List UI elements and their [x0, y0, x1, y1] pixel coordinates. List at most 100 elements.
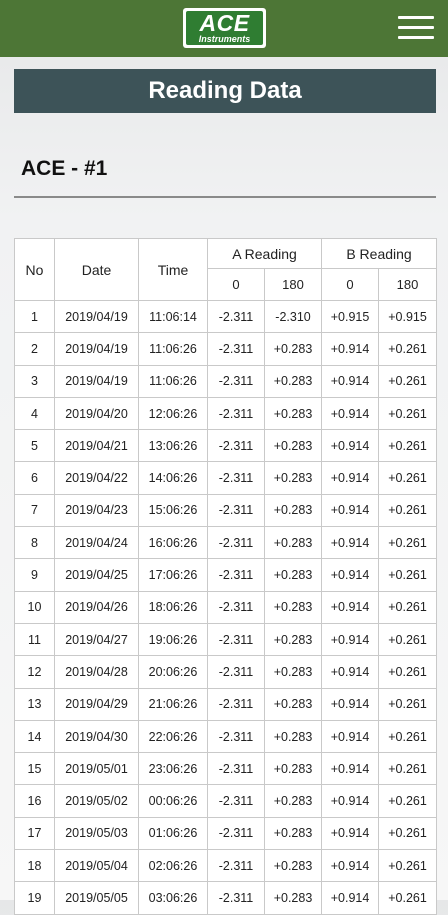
cell-no: 1 — [14, 299, 55, 334]
ace-logo[interactable]: ACE Instruments — [183, 8, 266, 48]
cell-a-180: +0.283 — [263, 429, 323, 463]
cell-a-0: -2.311 — [207, 493, 265, 528]
cell-a-0: -2.311 — [207, 719, 265, 754]
cell-a-0: -2.311 — [207, 687, 265, 721]
cell-a-180: +0.283 — [263, 622, 323, 657]
header-a-reading: A Reading — [206, 238, 323, 269]
cell-b-180: +0.261 — [378, 849, 438, 883]
cell-time: 01:06:26 — [138, 816, 208, 851]
header-a-180: 180 — [263, 268, 323, 301]
table-row: 5 2019/04/21 13:06:26 -2.311 +0.283 +0.914 +0.… — [14, 429, 438, 463]
cell-b-0: +0.914 — [321, 816, 380, 851]
cell-time: 00:06:26 — [138, 784, 208, 818]
cell-date: 2019/04/19 — [54, 332, 139, 366]
cell-a-180: +0.283 — [263, 364, 323, 398]
cell-date: 2019/05/04 — [54, 849, 139, 883]
cell-date: 2019/04/26 — [54, 590, 139, 624]
cell-b-180: +0.915 — [378, 299, 438, 334]
table-row: 10 2019/04/26 18:06:26 -2.311 +0.283 +0.914 +0… — [14, 590, 438, 624]
header-b-reading: B Reading — [321, 238, 438, 269]
cell-time: 11:06:26 — [138, 332, 208, 366]
header-a-0: 0 — [207, 268, 265, 301]
cell-a-180: +0.283 — [263, 881, 323, 915]
cell-b-180: +0.261 — [378, 493, 438, 528]
cell-a-180: +0.283 — [263, 558, 323, 592]
table-row: 9 2019/04/25 17:06:26 -2.311 +0.283 +0.914 +0.… — [14, 558, 438, 592]
cell-no: 9 — [14, 558, 55, 592]
title-divider — [14, 196, 436, 198]
table-row: 8 2019/04/24 16:06:26 -2.311 +0.283 +0.914 +0.… — [14, 526, 438, 560]
header-b-0: 0 — [321, 268, 380, 301]
cell-date: 2019/04/19 — [54, 364, 139, 398]
cell-a-180: +0.283 — [263, 719, 323, 754]
cell-a-0: -2.311 — [207, 784, 265, 818]
hamburger-menu-icon[interactable] — [396, 12, 436, 44]
cell-b-180: +0.261 — [378, 881, 438, 915]
cell-date: 2019/04/24 — [54, 526, 139, 560]
table-row: 15 2019/05/01 23:06:26 -2.311 +0.283 +0.914 +0… — [14, 752, 438, 786]
logo-main-text: ACE — [199, 10, 250, 36]
cell-a-180: +0.283 — [263, 752, 323, 786]
cell-date: 2019/04/25 — [54, 558, 139, 592]
cell-b-180: +0.261 — [378, 590, 438, 624]
cell-no: 8 — [14, 526, 55, 560]
table-row: 12 2019/04/28 20:06:26 -2.311 +0.283 +0.914 +0… — [14, 655, 438, 689]
page-title-banner: Reading Data — [14, 69, 436, 113]
cell-b-180: +0.261 — [378, 461, 438, 495]
cell-a-0: -2.311 — [207, 558, 265, 592]
cell-time: 14:06:26 — [138, 461, 208, 495]
cell-no: 17 — [14, 816, 55, 851]
cell-a-0: -2.311 — [207, 429, 265, 463]
cell-no: 3 — [14, 364, 55, 398]
cell-b-180: +0.261 — [378, 655, 438, 689]
cell-time: 19:06:26 — [138, 622, 208, 657]
cell-b-0: +0.914 — [321, 493, 380, 528]
cell-b-180: +0.261 — [378, 752, 438, 786]
cell-a-0: -2.311 — [207, 816, 265, 851]
cell-b-180: +0.261 — [378, 526, 438, 560]
cell-no: 19 — [14, 881, 55, 915]
cell-a-180: +0.283 — [263, 526, 323, 560]
logo-sub-text: Instruments — [198, 34, 251, 44]
table-row: 19 2019/05/05 03:06:26 -2.311 +0.283 +0.914 +0… — [14, 881, 438, 915]
cell-b-180: +0.261 — [378, 429, 438, 463]
cell-b-0: +0.914 — [321, 784, 380, 818]
table-row: 18 2019/05/04 02:06:26 -2.311 +0.283 +0.914 +0… — [14, 849, 438, 883]
cell-a-0: -2.311 — [207, 655, 265, 689]
reading-data-table: No Date Time A Reading B Reading 0 180 0… — [14, 238, 438, 915]
cell-a-180: +0.283 — [263, 849, 323, 883]
cell-time: 21:06:26 — [138, 687, 208, 721]
header-date: Date — [54, 238, 139, 301]
top-bar: ACE Instruments — [0, 0, 448, 57]
cell-date: 2019/05/03 — [54, 816, 139, 851]
cell-time: 02:06:26 — [138, 849, 208, 883]
cell-no: 5 — [14, 429, 55, 463]
cell-no: 7 — [14, 493, 55, 528]
table-row: 4 2019/04/20 12:06:26 -2.311 +0.283 +0.914 +0.… — [14, 396, 438, 431]
cell-no: 10 — [14, 590, 55, 624]
cell-time: 18:06:26 — [138, 590, 208, 624]
cell-no: 12 — [14, 655, 55, 689]
cell-b-0: +0.914 — [321, 752, 380, 786]
table-row: 17 2019/05/03 01:06:26 -2.311 +0.283 +0.914 +0… — [14, 816, 438, 851]
cell-no: 14 — [14, 719, 55, 754]
cell-a-180: +0.283 — [263, 493, 323, 528]
cell-b-0: +0.914 — [321, 590, 380, 624]
table-row: 1 2019/04/19 11:06:14 -2.311 -2.310 +0.915 +0.… — [14, 299, 438, 334]
cell-date: 2019/04/23 — [54, 493, 139, 528]
cell-time: 17:06:26 — [138, 558, 208, 592]
cell-b-0: +0.915 — [321, 299, 380, 334]
cell-a-0: -2.311 — [207, 752, 265, 786]
cell-a-180: +0.283 — [263, 590, 323, 624]
cell-no: 11 — [14, 622, 55, 657]
cell-b-0: +0.914 — [321, 622, 380, 657]
cell-a-0: -2.311 — [207, 526, 265, 560]
device-title: ACE - #1 — [21, 157, 108, 180]
cell-b-0: +0.914 — [321, 849, 380, 883]
cell-date: 2019/04/22 — [54, 461, 139, 495]
cell-no: 6 — [14, 461, 55, 495]
cell-time: 15:06:26 — [138, 493, 208, 528]
cell-b-180: +0.261 — [378, 816, 438, 851]
table-row: 6 2019/04/22 14:06:26 -2.311 +0.283 +0.914 +0.… — [14, 461, 438, 495]
cell-date: 2019/04/19 — [54, 299, 139, 334]
